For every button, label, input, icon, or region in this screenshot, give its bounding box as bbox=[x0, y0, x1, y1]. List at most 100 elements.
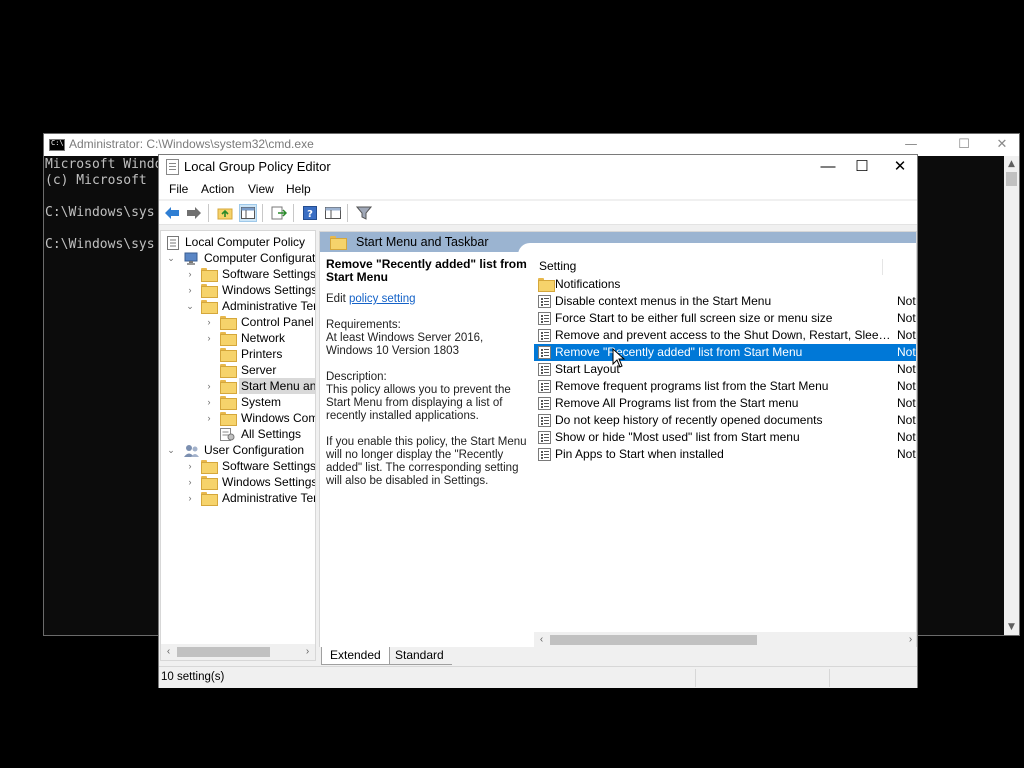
scroll-right-arrow-icon[interactable]: › bbox=[300, 644, 315, 660]
policy-setting-icon bbox=[538, 397, 551, 410]
scroll-thumb[interactable] bbox=[1006, 172, 1017, 186]
setting-name: Remove frequent programs list from the S… bbox=[555, 379, 829, 393]
scroll-thumb[interactable] bbox=[177, 647, 270, 657]
scroll-left-arrow-icon[interactable]: ‹ bbox=[534, 632, 549, 648]
list-item[interactable]: Remove All Programs list from the Start … bbox=[534, 395, 916, 412]
help-icon[interactable]: ? bbox=[301, 204, 319, 222]
policy-title: Remove "Recently added" list from Start … bbox=[326, 257, 527, 284]
chevron-down-icon[interactable]: ⌄ bbox=[166, 442, 176, 458]
cmd-title: Administrator: C:\Windows\system32\cmd.e… bbox=[69, 137, 314, 151]
menu-bar: File Action View Help bbox=[159, 179, 917, 199]
policy-setting-icon bbox=[538, 295, 551, 308]
setting-state: Not bbox=[897, 328, 916, 342]
tree-label: Windows Settings bbox=[222, 475, 316, 489]
folder-icon bbox=[201, 300, 218, 314]
setting-name: Start Layout bbox=[555, 362, 620, 376]
chevron-down-icon[interactable]: ⌄ bbox=[185, 298, 195, 314]
chevron-right-icon[interactable]: › bbox=[204, 394, 214, 410]
tab-extended[interactable]: Extended bbox=[321, 647, 390, 665]
list-item[interactable]: Remove "Recently added" list from Start … bbox=[534, 344, 916, 361]
show-hide-tree-icon[interactable] bbox=[239, 204, 257, 222]
description-text: This policy allows you to prevent the St… bbox=[326, 384, 511, 422]
list-item[interactable]: Start Layout Not bbox=[534, 361, 916, 378]
setting-state: Not bbox=[897, 379, 916, 393]
setting-state: Not bbox=[897, 362, 916, 376]
all-settings-icon bbox=[220, 428, 235, 441]
chevron-right-icon[interactable]: › bbox=[185, 490, 195, 506]
column-header-setting[interactable]: Setting bbox=[534, 256, 916, 276]
edit-policy-setting-link[interactable]: policy setting bbox=[349, 293, 415, 305]
tree-label: Windows Settings bbox=[222, 283, 316, 297]
status-bar: 10 setting(s) bbox=[159, 666, 917, 688]
list-item[interactable]: Remove and prevent access to the Shut Do… bbox=[534, 327, 916, 344]
list-item[interactable]: Pin Apps to Start when installed Not bbox=[534, 446, 916, 463]
chevron-right-icon[interactable]: › bbox=[204, 378, 214, 394]
chevron-down-icon[interactable]: ⌄ bbox=[166, 250, 176, 266]
tree-label: Control Panel bbox=[241, 315, 314, 329]
tree-label: Software Settings bbox=[222, 267, 316, 281]
requirements-text: At least Windows Server 2016, Windows 10… bbox=[326, 332, 484, 357]
chevron-right-icon[interactable]: › bbox=[185, 282, 195, 298]
chevron-right-icon[interactable]: › bbox=[185, 474, 195, 490]
description-text-2: If you enable this policy, the Start Men… bbox=[326, 436, 527, 487]
cmd-maximize-button[interactable]: ☐ bbox=[945, 134, 983, 156]
menu-file[interactable]: File bbox=[169, 182, 188, 196]
policy-setting-icon bbox=[538, 380, 551, 393]
scroll-right-arrow-icon[interactable]: › bbox=[903, 632, 916, 648]
list-item[interactable]: Show or hide "Most used" list from Start… bbox=[534, 429, 916, 446]
menu-action[interactable]: Action bbox=[201, 182, 234, 196]
setting-name: Pin Apps to Start when installed bbox=[555, 447, 724, 461]
tree-label: Server bbox=[241, 363, 277, 377]
list-item[interactable]: Notifications bbox=[534, 276, 916, 293]
properties-icon[interactable] bbox=[324, 204, 342, 222]
scroll-thumb[interactable] bbox=[550, 635, 757, 645]
chevron-right-icon[interactable]: › bbox=[185, 266, 195, 282]
policy-setting-icon bbox=[538, 312, 551, 325]
scroll-down-arrow-icon[interactable]: ▼ bbox=[1004, 619, 1019, 635]
gpedit-close-button[interactable]: ✕ bbox=[881, 155, 919, 179]
cmd-vertical-scrollbar[interactable]: ▲ ▼ bbox=[1004, 156, 1019, 635]
tab-standard[interactable]: Standard bbox=[387, 647, 452, 665]
list-item[interactable]: Remove frequent programs list from the S… bbox=[534, 378, 916, 395]
cmd-title-bar[interactable]: Administrator: C:\Windows\system32\cmd.e… bbox=[44, 134, 1019, 156]
folder-icon bbox=[220, 412, 237, 426]
back-arrow-icon[interactable] bbox=[163, 204, 181, 222]
console-tree[interactable]: Local Computer Policy ⌄ Computer Configu… bbox=[160, 230, 316, 661]
list-item[interactable]: Do not keep history of recently opened d… bbox=[534, 412, 916, 429]
chevron-right-icon[interactable]: › bbox=[204, 330, 214, 346]
chevron-right-icon[interactable]: › bbox=[204, 410, 214, 426]
gpedit-title-bar[interactable]: Local Group Policy Editor — ☐ ✕ bbox=[159, 155, 917, 179]
up-folder-icon[interactable] bbox=[216, 204, 234, 222]
requirements-label: Requirements: bbox=[326, 319, 401, 331]
setting-name: Remove "Recently added" list from Start … bbox=[555, 345, 803, 359]
list-item[interactable]: Disable context menus in the Start Menu N… bbox=[534, 293, 916, 310]
setting-state: Not bbox=[897, 447, 916, 461]
tree-label: Local Computer Policy bbox=[185, 235, 306, 249]
cmd-minimize-button[interactable]: — bbox=[892, 134, 930, 156]
forward-arrow-icon[interactable] bbox=[185, 204, 203, 222]
setting-name: Disable context menus in the Start Menu bbox=[555, 294, 772, 308]
list-horizontal-scrollbar[interactable]: ‹ › bbox=[534, 632, 916, 648]
scroll-up-arrow-icon[interactable]: ▲ bbox=[1004, 156, 1019, 172]
setting-state: Not bbox=[897, 396, 916, 410]
users-icon bbox=[184, 444, 199, 457]
gpedit-app-icon bbox=[166, 159, 179, 175]
group-policy-editor-window[interactable]: Local Group Policy Editor — ☐ ✕ File Act… bbox=[158, 154, 918, 688]
extended-description: Remove "Recently added" list from Start … bbox=[326, 258, 528, 501]
setting-state: Not bbox=[897, 430, 916, 444]
setting-state: Not bbox=[897, 294, 916, 308]
chevron-right-icon[interactable]: › bbox=[204, 314, 214, 330]
chevron-right-icon[interactable]: › bbox=[185, 458, 195, 474]
tree-horizontal-scrollbar[interactable]: ‹ › bbox=[161, 644, 315, 660]
export-list-icon[interactable] bbox=[270, 204, 288, 222]
gpedit-minimize-button[interactable]: — bbox=[809, 155, 847, 179]
policy-setting-icon bbox=[538, 346, 551, 359]
gpedit-maximize-button[interactable]: ☐ bbox=[843, 155, 881, 179]
policy-setting-icon bbox=[538, 448, 551, 461]
scroll-left-arrow-icon[interactable]: ‹ bbox=[161, 644, 176, 660]
menu-help[interactable]: Help bbox=[286, 182, 311, 196]
filter-icon[interactable] bbox=[355, 204, 373, 222]
cmd-close-button[interactable]: ✕ bbox=[983, 134, 1021, 156]
menu-view[interactable]: View bbox=[248, 182, 274, 196]
list-item[interactable]: Force Start to be either full screen siz… bbox=[534, 310, 916, 327]
